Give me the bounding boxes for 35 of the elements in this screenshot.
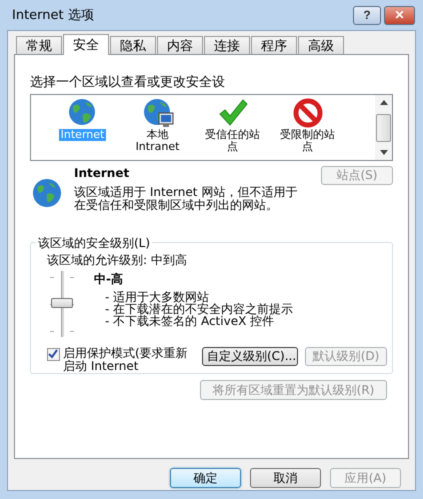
no-entry-icon[interactable]: [292, 97, 324, 129]
tab[interactable]: 安全: [63, 34, 109, 55]
tab[interactable]: 内容: [157, 36, 203, 54]
zone-label[interactable]: 本地 Intranet: [124, 129, 190, 153]
zone-prompt: 选择一个区域以查看或更改安全设: [30, 74, 226, 91]
level-description: - 在下载潜在的不安全内容之前提示: [105, 303, 294, 315]
custom-level-button[interactable]: 自定义级别(C)...: [202, 347, 298, 366]
level-name: 中-高: [94, 271, 124, 288]
window-title: Internet 选项: [12, 7, 94, 24]
scroll-up-icon[interactable]: [380, 100, 388, 105]
security-slider[interactable]: [47, 271, 77, 337]
tab[interactable]: 隐私: [110, 36, 156, 54]
level-description: - 适用于大多数网站: [105, 291, 210, 303]
zone-label[interactable]: 受限制的站点: [274, 129, 340, 153]
tab[interactable]: 常规: [16, 36, 62, 54]
zone-label[interactable]: 受信任的站点: [200, 129, 266, 153]
protected-mode-checkbox[interactable]: [47, 348, 60, 361]
tab[interactable]: 连接: [204, 36, 250, 54]
protected-mode-label: 启用保护模式(要求重新启动 Internet: [63, 347, 189, 373]
tab[interactable]: 高级: [298, 36, 344, 54]
dialog-button[interactable]: 确定: [170, 468, 241, 488]
scroll-down-icon[interactable]: [380, 150, 388, 155]
scrollbar[interactable]: [375, 95, 392, 160]
globe-monitor-icon[interactable]: [142, 97, 174, 129]
zone-description: 该区域适用于 Internet 网站，但不适用于在受信任和受限制区域中列出的网站。: [74, 186, 298, 212]
scroll-thumb[interactable]: [376, 114, 391, 142]
dialog-button[interactable]: 取消: [250, 468, 321, 488]
level-description: - 不下载未签名的 ActiveX 控件: [105, 315, 274, 327]
globe-icon: [32, 178, 62, 208]
help-button[interactable]: ?: [353, 6, 381, 24]
zone-name: Internet: [74, 166, 130, 180]
allowed-levels: 该区域的允许级别: 中到高: [47, 252, 188, 269]
group-legend: 该区域的安全级别(L): [36, 235, 152, 252]
tab[interactable]: 程序: [251, 36, 297, 54]
slider-thumb[interactable]: [51, 298, 73, 308]
